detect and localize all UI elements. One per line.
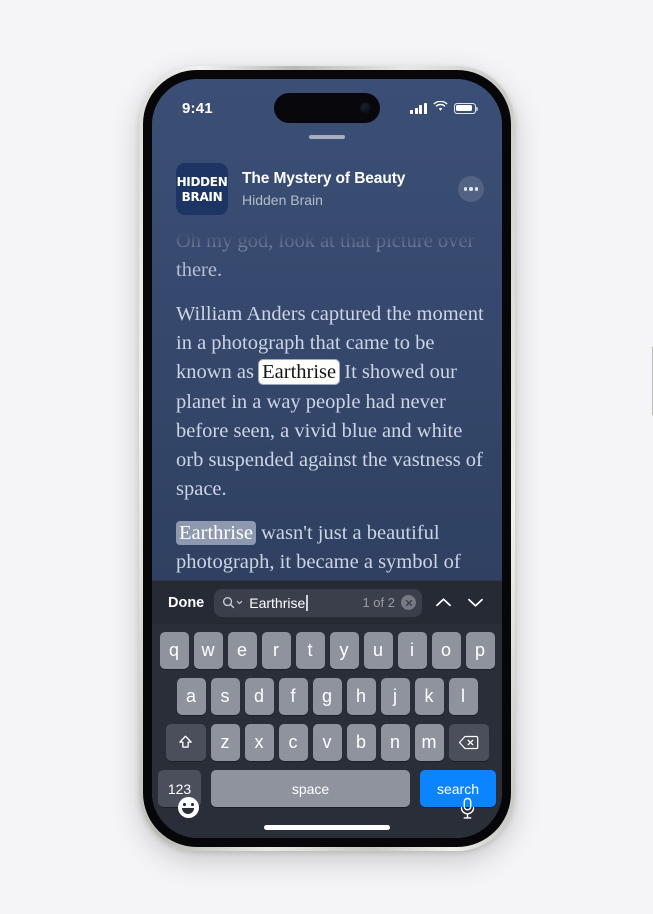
- key-h[interactable]: h: [346, 678, 376, 715]
- front-camera-icon: [360, 102, 371, 114]
- artwork-line-2: BRAIN: [181, 189, 223, 204]
- keyboard-bottom-bar: [152, 792, 502, 838]
- key-i[interactable]: i: [397, 632, 427, 669]
- microphone-icon[interactable]: [459, 797, 476, 820]
- key-o[interactable]: o: [431, 632, 461, 669]
- match-count: 1 of 2: [362, 595, 395, 610]
- search-match[interactable]: Earthrise: [176, 520, 256, 545]
- key-b[interactable]: b: [346, 724, 376, 761]
- clear-search-button[interactable]: [401, 595, 416, 610]
- search-match-active[interactable]: Earthrise: [259, 360, 340, 385]
- phone-bezel: 9:41 HIDDEN BRAIN The Mystery of Beauty …: [143, 70, 511, 847]
- find-bar: Done Earthrise 1 of 2: [152, 580, 502, 624]
- key-n[interactable]: n: [380, 724, 410, 761]
- episode-show-name: Hidden Brain: [242, 191, 323, 208]
- keyboard-row-3: z x c v b n m: [155, 724, 499, 761]
- on-screen-keyboard: q w e r t y u i o p a s d f g h j k l z …: [152, 624, 502, 838]
- key-l[interactable]: l: [448, 678, 478, 715]
- status-bar-clock: 9:41: [182, 99, 213, 117]
- transcript-paragraph: Oh my god, look at that picture over the…: [176, 230, 475, 282]
- key-w[interactable]: w: [193, 632, 223, 669]
- text-caret: [306, 594, 308, 611]
- key-q[interactable]: q: [159, 632, 189, 669]
- search-query-value[interactable]: Earthrise: [249, 594, 356, 611]
- episode-header: HIDDEN BRAIN The Mystery of Beauty Hidde…: [176, 163, 484, 215]
- key-f[interactable]: f: [278, 678, 308, 715]
- phone-screen: 9:41 HIDDEN BRAIN The Mystery of Beauty …: [152, 79, 502, 838]
- magnifier-icon[interactable]: [222, 596, 243, 609]
- dynamic-island: [274, 93, 380, 123]
- key-u[interactable]: u: [363, 632, 393, 669]
- wifi-icon: [433, 99, 448, 117]
- key-a[interactable]: a: [176, 678, 206, 715]
- status-bar-indicators: [410, 99, 478, 117]
- phone-frame: 9:41 HIDDEN BRAIN The Mystery of Beauty …: [139, 66, 653, 851]
- keyboard-row-2: a s d f g h j k l: [155, 678, 499, 715]
- key-k[interactable]: k: [414, 678, 444, 715]
- emoji-smiley-icon[interactable]: [178, 797, 199, 818]
- done-button[interactable]: Done: [168, 595, 204, 611]
- search-query-text: Earthrise: [249, 594, 306, 611]
- next-match-button[interactable]: [464, 592, 486, 614]
- app-content: 9:41 HIDDEN BRAIN The Mystery of Beauty …: [152, 79, 502, 838]
- key-c[interactable]: c: [278, 724, 308, 761]
- backspace-icon[interactable]: [448, 724, 489, 761]
- key-t[interactable]: t: [295, 632, 325, 669]
- key-j[interactable]: j: [380, 678, 410, 715]
- keyboard-row-1: q w e r t y u i o p: [155, 632, 499, 669]
- screenshot-root: 9:41 HIDDEN BRAIN The Mystery of Beauty …: [0, 0, 653, 914]
- sheet-drag-handle[interactable]: [309, 135, 345, 139]
- key-s[interactable]: s: [210, 678, 240, 715]
- key-d[interactable]: d: [244, 678, 274, 715]
- key-v[interactable]: v: [312, 724, 342, 761]
- shift-icon[interactable]: [165, 724, 206, 761]
- transcript-paragraph: William Anders captured the moment in a …: [176, 300, 486, 504]
- more-options-button[interactable]: [458, 176, 484, 202]
- episode-meta: The Mystery of Beauty Hidden Brain: [242, 170, 444, 208]
- key-g[interactable]: g: [312, 678, 342, 715]
- chevron-down-icon: [236, 600, 243, 605]
- home-indicator[interactable]: [264, 825, 390, 830]
- artwork-line-1: HIDDEN: [176, 174, 228, 189]
- previous-match-button[interactable]: [432, 592, 454, 614]
- search-input[interactable]: Earthrise 1 of 2: [214, 588, 422, 617]
- key-e[interactable]: e: [227, 632, 257, 669]
- podcast-artwork[interactable]: HIDDEN BRAIN: [176, 163, 228, 215]
- key-y[interactable]: y: [329, 632, 359, 669]
- key-p[interactable]: p: [465, 632, 495, 669]
- key-m[interactable]: m: [414, 724, 444, 761]
- cellular-bars-icon: [410, 102, 427, 114]
- episode-title: The Mystery of Beauty: [242, 170, 406, 188]
- key-z[interactable]: z: [210, 724, 240, 761]
- key-x[interactable]: x: [244, 724, 274, 761]
- battery-icon: [454, 102, 478, 114]
- key-r[interactable]: r: [261, 632, 291, 669]
